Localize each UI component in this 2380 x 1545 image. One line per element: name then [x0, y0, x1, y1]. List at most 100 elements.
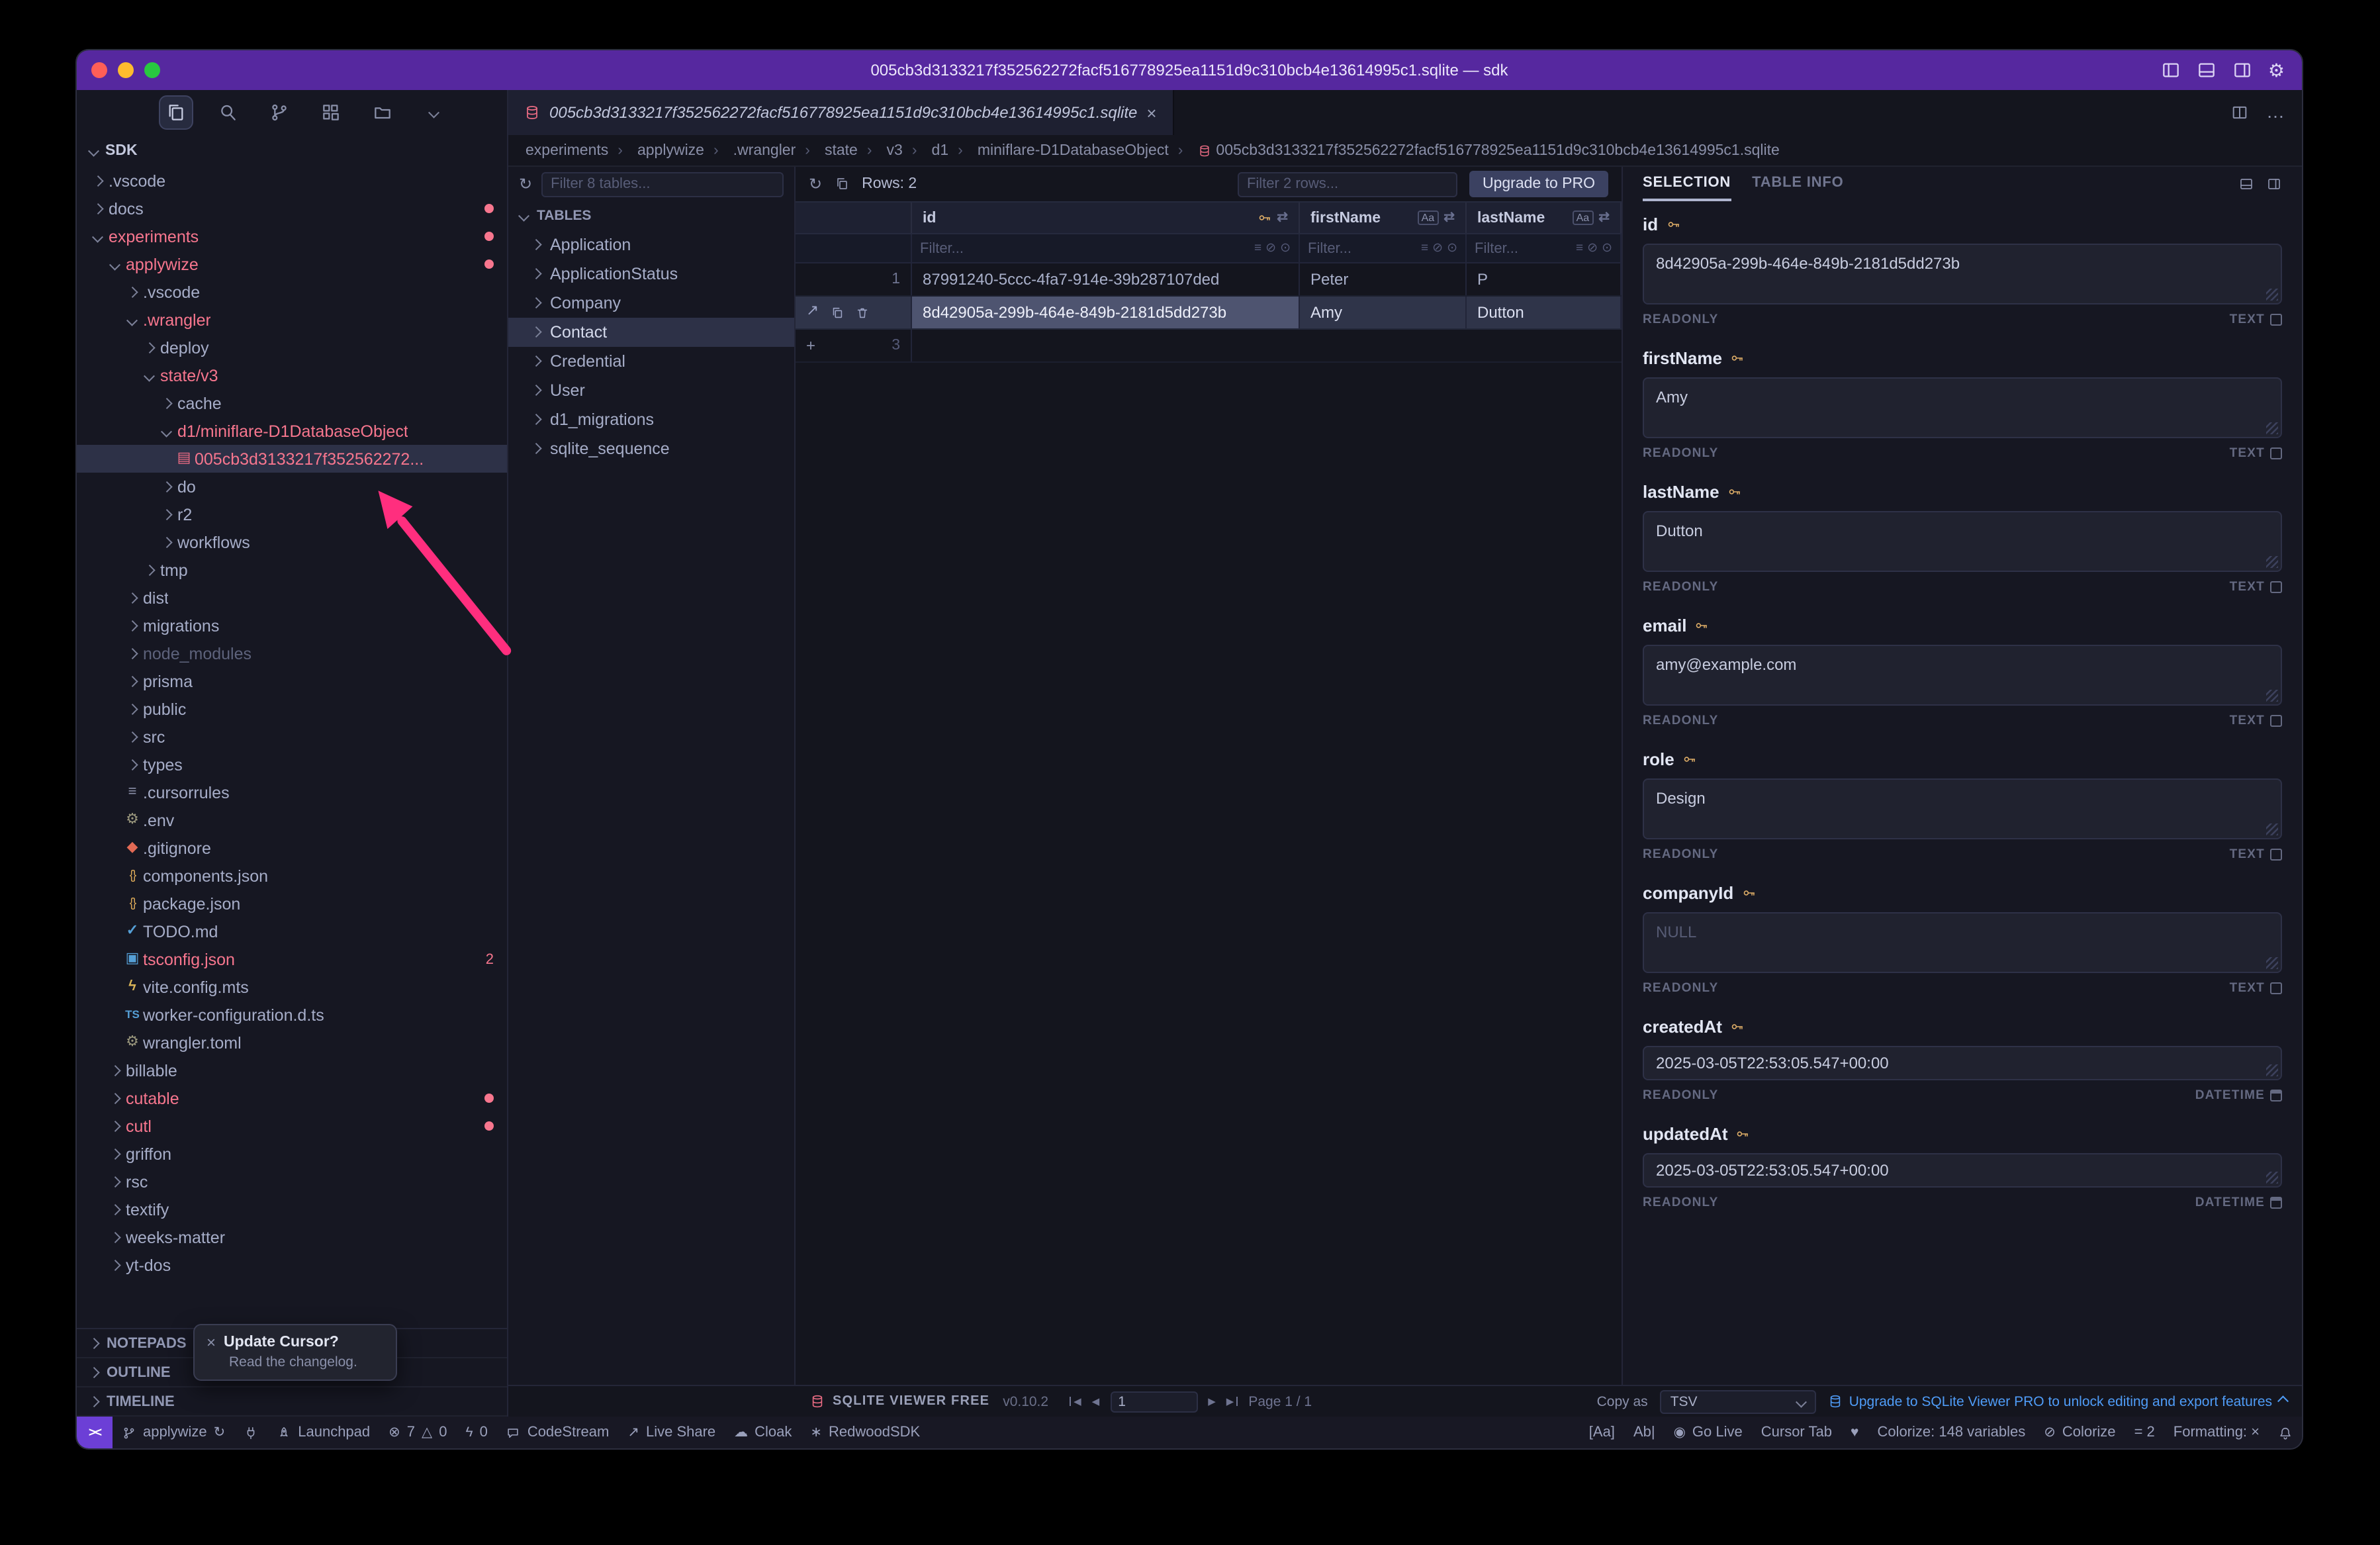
table-list-item[interactable]: Contact: [508, 318, 794, 347]
status-codestream[interactable]: CodeStream: [497, 1417, 619, 1448]
status-cloak[interactable]: Cloak: [725, 1417, 801, 1448]
tree-item[interactable]: .cursorrules: [77, 778, 507, 806]
tree-item[interactable]: worker-configuration.d.ts: [77, 1001, 507, 1029]
previous-page-icon[interactable]: ◀: [1092, 1397, 1100, 1407]
tree-item[interactable]: package.json: [77, 890, 507, 917]
toggle-sidebar-left-icon[interactable]: [2161, 60, 2182, 81]
cell-firstname[interactable]: Peter: [1300, 263, 1467, 295]
refresh-icon[interactable]: [809, 176, 822, 192]
filter-mode-icon[interactable]: [1576, 242, 1583, 255]
row-number-cell[interactable]: 1: [796, 263, 912, 295]
expand-row-icon[interactable]: [806, 305, 819, 320]
tree-item[interactable]: r2: [77, 500, 507, 528]
breadcrumb-item[interactable]: 005cb3d3133217f352562272facf516778925ea1…: [1169, 142, 1780, 158]
status-aa-toggle[interactable]: [Aa]: [1580, 1417, 1624, 1448]
tree-item[interactable]: deploy: [77, 334, 507, 361]
toggle-sidebar-right-icon[interactable]: [2232, 60, 2254, 81]
status-cursor-tab[interactable]: Cursor Tab: [1752, 1417, 1841, 1448]
page-number-input[interactable]: [1110, 1391, 1197, 1412]
sidebar-section-header[interactable]: TIMELINE: [77, 1387, 507, 1417]
filter-info-icon[interactable]: [1280, 242, 1291, 255]
status-ab-toggle[interactable]: Ab|: [1624, 1417, 1665, 1448]
close-window-button[interactable]: [91, 62, 107, 78]
settings-gear-icon[interactable]: ⚙: [2268, 61, 2285, 79]
next-page-icon[interactable]: ▶: [1208, 1397, 1216, 1407]
tree-item[interactable]: types: [77, 751, 507, 778]
copy-table-icon[interactable]: [834, 176, 850, 192]
cell-firstname[interactable]: Amy: [1300, 297, 1467, 328]
status-project[interactable]: applywize: [113, 1417, 234, 1448]
tree-item[interactable]: .vscode: [77, 167, 507, 195]
table-list-item[interactable]: sqlite_sequence: [508, 434, 794, 463]
field-value-box[interactable]: 2025-03-05T22:53:05.547+00:00: [1643, 1046, 2282, 1080]
filter-cell-id[interactable]: [912, 234, 1300, 262]
tree-item[interactable]: cutable: [77, 1084, 507, 1112]
toggle-panel-icon[interactable]: [2197, 60, 2218, 81]
copy-row-icon[interactable]: [829, 305, 844, 320]
table-list-item[interactable]: User: [508, 376, 794, 405]
filter-clear-icon[interactable]: [1432, 242, 1443, 255]
table-list-item[interactable]: Company: [508, 289, 794, 318]
filter-clear-icon[interactable]: [1587, 242, 1598, 255]
tables-filter-input[interactable]: [541, 171, 784, 197]
close-icon[interactable]: [206, 1334, 216, 1350]
tree-item[interactable]: tmp: [77, 556, 507, 584]
copy-format-select[interactable]: TSV: [1660, 1389, 1816, 1413]
explorer-tab-button[interactable]: [159, 95, 193, 130]
add-row-icon[interactable]: [806, 338, 815, 353]
tab-selection[interactable]: SELECTION: [1643, 167, 1731, 201]
status-heart[interactable]: [1841, 1417, 1868, 1448]
status-notifications[interactable]: [2269, 1417, 2302, 1448]
table-list-item[interactable]: d1_migrations: [508, 405, 794, 434]
table-list-item[interactable]: Application: [508, 230, 794, 259]
editor-tab[interactable]: 005cb3d3133217f352562272facf516778925ea1…: [508, 90, 1174, 135]
source-control-tab-button[interactable]: [262, 95, 297, 130]
tree-item[interactable]: state/v3: [77, 361, 507, 389]
upgrade-pro-link[interactable]: Upgrade to SQLite Viewer PRO to unlock e…: [1828, 1393, 2286, 1409]
search-tab-button[interactable]: [210, 95, 245, 130]
status-plug[interactable]: [234, 1417, 267, 1448]
column-filter-input[interactable]: [920, 240, 1250, 256]
zoom-window-button[interactable]: [144, 62, 160, 78]
tree-item[interactable]: TODO.md: [77, 917, 507, 945]
row-number-cell[interactable]: [796, 297, 912, 328]
tree-item[interactable]: experiments: [77, 222, 507, 250]
filter-cell-lastname[interactable]: [1467, 234, 1622, 262]
tree-item[interactable]: workflows: [77, 528, 507, 556]
column-header-id[interactable]: id: [912, 203, 1300, 233]
tree-item[interactable]: .vscode: [77, 278, 507, 306]
status-colorize-vars[interactable]: Colorize: 148 variables: [1868, 1417, 2035, 1448]
tree-item[interactable]: cutl: [77, 1112, 507, 1140]
more-views-button[interactable]: [417, 95, 451, 130]
split-editor-icon[interactable]: [2230, 103, 2249, 122]
column-sort-icon[interactable]: [1598, 211, 1610, 224]
breadcrumb-item[interactable]: experiments: [526, 142, 608, 158]
filter-clear-icon[interactable]: [1265, 242, 1276, 255]
extensions-tab-button[interactable]: [314, 95, 348, 130]
breadcrumb-item[interactable]: state: [796, 142, 858, 158]
status-colorize[interactable]: Colorize: [2035, 1417, 2125, 1448]
tree-item[interactable]: 005cb3d3133217f352562272...: [77, 445, 507, 473]
column-filter-input[interactable]: [1475, 240, 1572, 256]
rows-filter-input[interactable]: [1238, 171, 1457, 197]
status-eq[interactable]: = 2: [2125, 1417, 2164, 1448]
tree-item[interactable]: billable: [77, 1056, 507, 1084]
field-value-box[interactable]: amy@example.com: [1643, 645, 2282, 706]
tree-item[interactable]: .wrangler: [77, 306, 507, 334]
tree-item[interactable]: components.json: [77, 862, 507, 890]
tree-item[interactable]: tsconfig.json 2: [77, 945, 507, 973]
field-value-box[interactable]: 8d42905a-299b-464e-849b-2181d5dd273b: [1643, 244, 2282, 304]
tab-table-info[interactable]: TABLE INFO: [1752, 167, 1843, 201]
status-formatting[interactable]: Formatting: ×: [2164, 1417, 2269, 1448]
toggle-panel-icon[interactable]: [2238, 176, 2254, 192]
tree-item[interactable]: docs: [77, 195, 507, 222]
status-redwood[interactable]: RedwoodSDK: [801, 1417, 929, 1448]
delete-row-icon[interactable]: [854, 305, 869, 320]
cursor-remote-button[interactable]: ><: [77, 1417, 113, 1448]
filter-mode-icon[interactable]: [1254, 242, 1261, 255]
tree-item[interactable]: dist: [77, 584, 507, 612]
breadcrumb-item[interactable]: applywize: [608, 142, 704, 158]
close-tab-icon[interactable]: [1146, 104, 1156, 121]
tree-item[interactable]: migrations: [77, 612, 507, 639]
tree-item[interactable]: public: [77, 695, 507, 723]
